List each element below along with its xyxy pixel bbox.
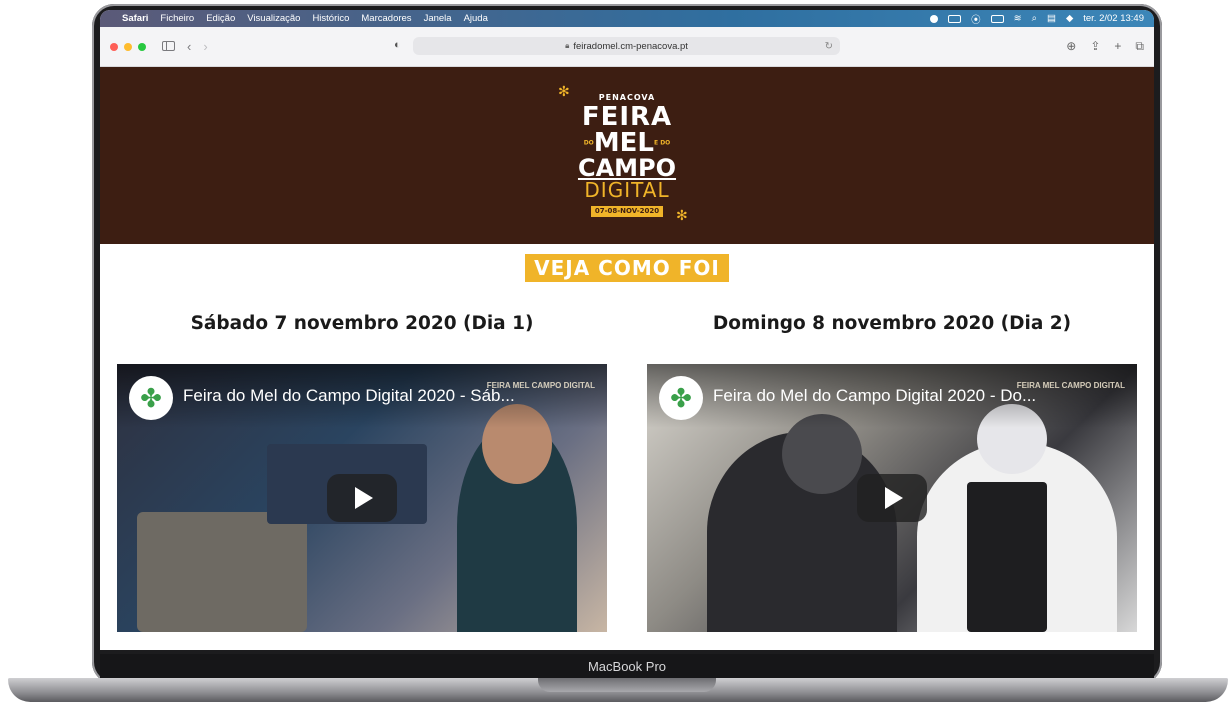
play-status-icon[interactable]: ⦿ — [971, 12, 981, 26]
lock-icon: 🔒︎ — [565, 41, 570, 50]
keyboard-icon[interactable] — [990, 14, 1004, 23]
zoom-window-button[interactable] — [138, 42, 146, 51]
badge-wrap: VEJA COMO FOI — [100, 254, 1154, 282]
wifi-icon[interactable]: ≋ — [1014, 13, 1022, 24]
feira-do-mel-logo[interactable]: PENACOVA FEIRA DOMELE DO CAMPO DIGITAL 0… — [547, 94, 707, 217]
toolbar-right-actions: ⊕ ⇪ + ⧉ — [1066, 39, 1144, 54]
day-2-video-embed[interactable]: ✤ Feira do Mel do Campo Digital 2020 - D… — [647, 364, 1137, 632]
screen: Safari Ficheiro Edição Visualização Hist… — [100, 10, 1154, 650]
play-button[interactable] — [327, 474, 397, 522]
veja-como-foi-badge: VEJA COMO FOI — [525, 254, 729, 282]
window-controls — [110, 42, 146, 51]
macbook-frame: MacBook Pro Safari Ficheiro Edição Visua… — [0, 0, 1232, 711]
menu-janela[interactable]: Janela — [424, 13, 452, 24]
menubar-clock[interactable]: ter. 2/02 13:49 — [1083, 13, 1144, 24]
menubar-status-area: ⦿ ≋ ⌕ ▤ ◆ ter. 2/02 13:49 — [930, 12, 1144, 26]
device-label: MacBook Pro — [100, 654, 1154, 678]
days-section: Sábado 7 novembro 2020 (Dia 1) ✤ Feira d… — [117, 313, 1137, 632]
sidebar-toggle-icon[interactable] — [162, 39, 175, 54]
siri-icon[interactable]: ◆ — [1066, 13, 1073, 24]
site-header-banner: ✻ ✻ PENACOVA FEIRA DOMELE DO CAMPO DIGIT… — [100, 67, 1154, 244]
menu-app-safari[interactable]: Safari — [122, 13, 148, 24]
menu-historico[interactable]: Histórico — [312, 13, 349, 24]
honey-display-crate — [137, 512, 307, 632]
channel-avatar-clover-icon[interactable]: ✤ — [129, 376, 173, 420]
channel-avatar-clover-icon[interactable]: ✤ — [659, 376, 703, 420]
menu-visualizacao[interactable]: Visualização — [247, 13, 300, 24]
tab-overview-icon[interactable]: ⧉ — [1135, 39, 1144, 54]
new-tab-icon[interactable]: + — [1114, 39, 1121, 54]
day-1-heading: Sábado 7 novembro 2020 (Dia 1) — [190, 313, 534, 334]
back-icon[interactable]: ‹ — [187, 39, 191, 54]
logo-e-do: E DO — [654, 139, 671, 147]
battery-icon[interactable] — [948, 14, 962, 23]
logo-do: DO — [583, 139, 594, 147]
reload-icon[interactable]: ↻ — [825, 41, 833, 52]
play-button[interactable] — [857, 474, 927, 522]
logo-digital: DIGITAL — [584, 178, 670, 202]
video-watermark-logo: FEIRA MEL CAMPO DIGITAL — [486, 381, 595, 390]
logo-feira: FEIRA — [581, 102, 673, 132]
logo-dates: 07-08-NOV-2020 — [590, 206, 664, 217]
safari-toolbar: ‹ › ◐ 🔒︎ feiradomel.cm-penacova.pt ↻ ⊕ ⇪… — [100, 27, 1154, 67]
laptop-hinge-notch — [538, 678, 716, 692]
address-bar[interactable]: 🔒︎ feiradomel.cm-penacova.pt ↻ — [413, 37, 840, 55]
video-watermark-logo: FEIRA MEL CAMPO DIGITAL — [1016, 381, 1125, 390]
forward-icon[interactable]: › — [203, 39, 207, 54]
menu-ajuda[interactable]: Ajuda — [464, 13, 488, 24]
day-2-heading: Domingo 8 novembro 2020 (Dia 2) — [712, 313, 1072, 334]
downloads-icon[interactable]: ⊕ — [1066, 39, 1076, 54]
url-text: feiradomel.cm-penacova.pt — [573, 40, 688, 52]
logo-campo: CAMPO — [577, 154, 677, 182]
menu-edicao[interactable]: Edição — [206, 13, 235, 24]
day-2-column: Domingo 8 novembro 2020 (Dia 2) ✤ Feira … — [647, 313, 1137, 632]
minimize-window-button[interactable] — [124, 42, 132, 51]
close-window-button[interactable] — [110, 42, 118, 51]
chef-apron — [967, 482, 1047, 632]
logo-penacova: PENACOVA — [598, 93, 656, 102]
spotlight-search-icon[interactable]: ⌕ — [1032, 13, 1037, 24]
menu-marcadores[interactable]: Marcadores — [361, 13, 411, 24]
macos-menubar: Safari Ficheiro Edição Visualização Hist… — [100, 10, 1154, 27]
control-center-icon[interactable]: ▤ — [1047, 13, 1056, 24]
recording-icon[interactable] — [930, 14, 939, 23]
logo-mel-line: DOMELE DO — [547, 130, 707, 156]
day-1-video-embed[interactable]: ✤ Feira do Mel do Campo Digital 2020 - S… — [117, 364, 607, 632]
day-1-column: Sábado 7 novembro 2020 (Dia 1) ✤ Feira d… — [117, 313, 607, 632]
menu-ficheiro[interactable]: Ficheiro — [160, 13, 194, 24]
share-icon[interactable]: ⇪ — [1090, 39, 1100, 54]
privacy-shield-icon[interactable]: ◐ — [394, 39, 401, 51]
